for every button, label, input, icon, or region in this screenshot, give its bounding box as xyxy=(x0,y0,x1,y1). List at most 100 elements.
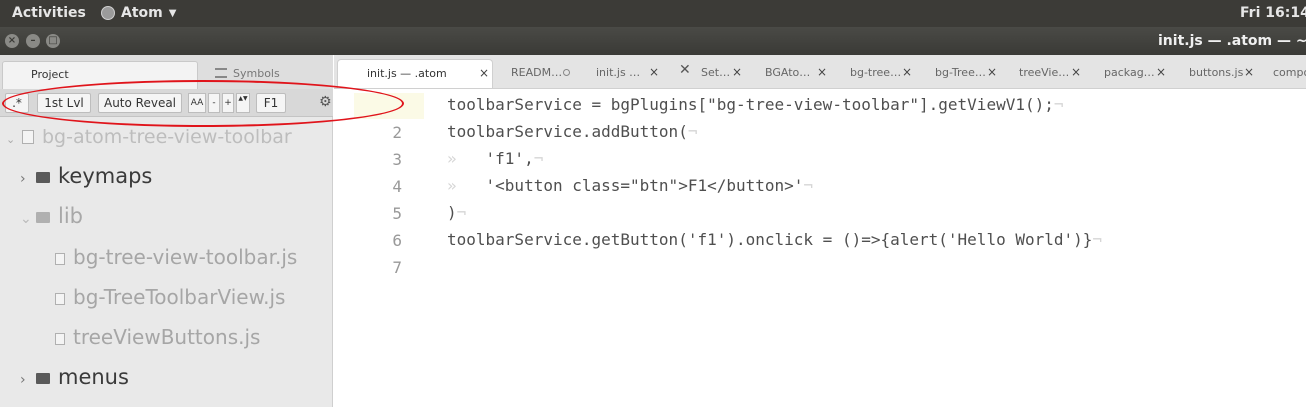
close-icon[interactable]: × xyxy=(732,65,742,79)
tab-bg-tree-2[interactable]: bg-Tree… × xyxy=(927,59,1001,88)
regex-button[interactable]: .* xyxy=(5,93,29,113)
tab-readme[interactable]: READM… xyxy=(504,59,578,88)
eol-marker: ¬ xyxy=(1092,230,1103,249)
code-text: '<button class="btn">F1</button>' xyxy=(447,176,804,195)
tree-file[interactable]: bg-TreeToolbarView.js xyxy=(55,285,285,309)
close-icon[interactable]: × xyxy=(649,65,659,79)
tree-root[interactable]: ⌄ bg-atom-tree-view-toolbar xyxy=(6,126,292,148)
close-icon[interactable]: × xyxy=(1156,65,1166,79)
tab-settings[interactable]: ✕ Set… × xyxy=(673,59,747,88)
tab-label: READM… xyxy=(511,66,563,79)
tree-item-keymaps[interactable]: › keymaps xyxy=(20,164,152,188)
editor-pane: init.js — .atom × READM… init.js … × ✕ S… xyxy=(334,55,1306,407)
code-line[interactable]: » '<button class="btn">F1</button>'¬ xyxy=(447,176,813,195)
chevron-right-icon: › xyxy=(20,171,26,187)
tree-item-menus[interactable]: › menus xyxy=(20,365,129,389)
close-icon[interactable]: × xyxy=(902,65,912,79)
increase-font-button[interactable]: + xyxy=(222,93,234,113)
file-icon xyxy=(55,253,65,265)
project-panel: Project Symbols .* 1st Lvl Auto Reveal A… xyxy=(0,55,333,407)
code-line[interactable]: » 'f1',¬ xyxy=(447,149,543,168)
tab-label: init.js — .atom xyxy=(367,67,447,80)
gnome-top-bar: Activities Atom ▼ Fri 16:14: xyxy=(0,0,1306,27)
tab-label: Set… xyxy=(701,66,731,79)
tree-file-label: treeViewButtons.js xyxy=(73,325,261,349)
code-text: toolbarService.addButton( xyxy=(447,122,688,141)
minimize-window-button[interactable]: – xyxy=(26,34,40,48)
code-line[interactable]: toolbarService = bgPlugins["bg-tree-view… xyxy=(447,95,1064,114)
activities-button[interactable]: Activities xyxy=(12,5,86,21)
tab-symbols-label: Symbols xyxy=(233,67,280,80)
close-window-button[interactable]: × xyxy=(5,34,19,48)
modified-dot-icon[interactable] xyxy=(563,69,570,76)
code-line[interactable]: toolbarService.getButton('f1').onclick =… xyxy=(447,230,1102,249)
code-line[interactable]: )¬ xyxy=(447,203,466,222)
tab-label: packag… xyxy=(1104,66,1155,79)
tab-init-js[interactable]: init.js … × xyxy=(588,59,662,88)
tree-view-toolbar: .* 1st Lvl Auto Reveal AA - + ▲▼ F1 ⚙ xyxy=(0,89,333,117)
line-number: 2 xyxy=(392,123,402,142)
folder-icon xyxy=(36,373,50,384)
code-text: ) xyxy=(447,203,457,222)
font-size-button[interactable]: AA xyxy=(188,93,206,113)
f1-button[interactable]: F1 xyxy=(256,93,286,113)
tree-file-label: bg-TreeToolbarView.js xyxy=(73,285,286,309)
close-icon[interactable]: × xyxy=(817,65,827,79)
maximize-window-button[interactable]: □ xyxy=(46,34,60,48)
tab-label: treeVie… xyxy=(1019,66,1070,79)
tab-treeview[interactable]: treeVie… × xyxy=(1011,59,1085,88)
tree-root-label: bg-atom-tree-view-toolbar xyxy=(42,126,292,148)
code-line[interactable]: toolbarService.addButton(¬ xyxy=(447,122,697,141)
code-text: toolbarService = bgPlugins["bg-tree-view… xyxy=(447,95,1054,114)
tree-item-lib[interactable]: ⌄ lib xyxy=(20,204,83,228)
tab-project-label: Project xyxy=(31,68,69,81)
close-icon[interactable]: × xyxy=(1244,65,1254,79)
updown-arrows-icon[interactable]: ▲▼ xyxy=(236,93,250,113)
close-icon[interactable]: × xyxy=(1071,65,1081,79)
repo-icon xyxy=(22,130,34,144)
tab-bg-tree-1[interactable]: bg-tree… × xyxy=(842,59,916,88)
eol-marker: ¬ xyxy=(803,176,814,195)
chevron-right-icon: › xyxy=(20,372,26,388)
folder-icon xyxy=(36,212,50,223)
auto-reveal-button[interactable]: Auto Reveal xyxy=(98,93,182,113)
tab-bgatom[interactable]: BGAto… × xyxy=(757,59,831,88)
caret-down-icon: ▼ xyxy=(168,7,177,19)
close-icon[interactable]: × xyxy=(987,65,997,79)
current-line-gutter-highlight xyxy=(354,93,424,119)
app-menu[interactable]: Atom ▼ xyxy=(101,5,176,21)
tab-marker: » xyxy=(447,149,457,168)
tree-file[interactable]: bg-tree-view-toolbar.js xyxy=(55,245,297,269)
window-title-bar: × – □ init.js — .atom — ~/.a xyxy=(0,27,1306,55)
line-number: 4 xyxy=(392,177,402,196)
tab-label: bg-Tree… xyxy=(935,66,986,79)
font-size-stepper: AA - + ▲▼ xyxy=(188,93,250,113)
tab-symbols[interactable]: Symbols xyxy=(205,61,315,89)
line-number: 3 xyxy=(392,150,402,169)
tab-buttons-js[interactable]: buttons.js × xyxy=(1181,59,1255,88)
editor-tab-bar: init.js — .atom × READM… init.js … × ✕ S… xyxy=(334,55,1306,89)
clock[interactable]: Fri 16:14: xyxy=(1240,5,1306,21)
tools-icon: ✕ xyxy=(679,62,691,78)
chevron-down-icon: ⌄ xyxy=(6,133,16,146)
line-number: 5 xyxy=(392,204,402,223)
code-text: toolbarService.getButton('f1').onclick =… xyxy=(447,230,1093,249)
decrease-font-button[interactable]: - xyxy=(208,93,220,113)
close-icon[interactable]: × xyxy=(479,66,489,80)
tab-compo[interactable]: compo xyxy=(1266,59,1306,88)
line-number: 6 xyxy=(392,231,402,250)
tree-file[interactable]: treeViewButtons.js xyxy=(55,325,260,349)
tab-init-js-atom[interactable]: init.js — .atom × xyxy=(337,59,493,88)
gear-icon[interactable]: ⚙ xyxy=(319,94,332,110)
tab-package[interactable]: packag… × xyxy=(1096,59,1170,88)
tree-item-label: menus xyxy=(58,365,129,389)
eol-marker: ¬ xyxy=(687,122,698,141)
window-title: init.js — .atom — ~/.a xyxy=(1158,33,1306,49)
file-icon xyxy=(55,293,65,305)
tab-label: BGAto… xyxy=(765,66,811,79)
tab-project[interactable]: Project xyxy=(2,61,198,89)
app-name: Atom xyxy=(121,5,163,21)
eol-marker: ¬ xyxy=(533,149,544,168)
first-level-button[interactable]: 1st Lvl xyxy=(37,93,91,113)
tree-item-label: keymaps xyxy=(58,164,153,188)
